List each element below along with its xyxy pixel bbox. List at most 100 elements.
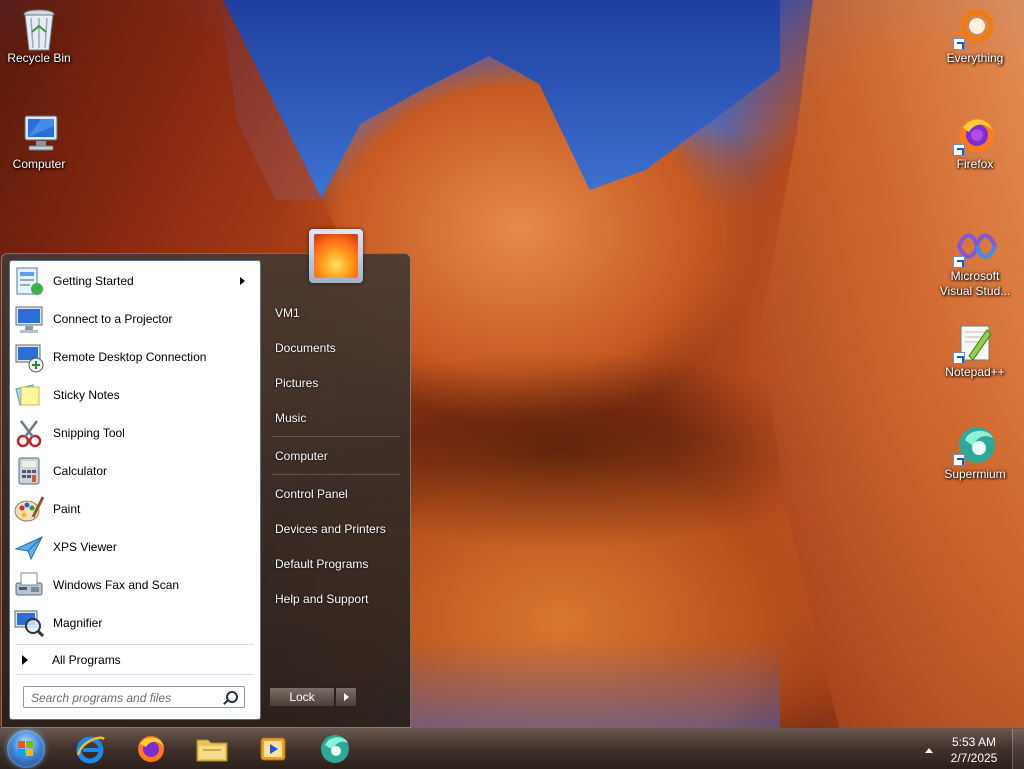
supermium-icon (321, 735, 349, 763)
shortcut-arrow-icon (953, 38, 965, 50)
getting-started-icon (13, 265, 45, 297)
lock-button[interactable]: Lock (269, 687, 335, 707)
projector-icon (13, 303, 45, 335)
taskbar-media-player[interactable] (247, 731, 299, 767)
submenu-arrow-icon (240, 277, 245, 285)
clock-date: 2/7/2025 (950, 751, 998, 765)
program-remote-desktop[interactable]: Remote Desktop Connection (13, 340, 257, 374)
file-explorer-icon (196, 739, 228, 762)
start-link-computer[interactable]: Computer (269, 443, 401, 469)
taskbar-clock[interactable]: 5:53 AM 2/7/2025 (942, 734, 1006, 766)
program-label: XPS Viewer (53, 540, 117, 554)
desktop-icon-label: Computer (12, 157, 66, 171)
show-hidden-icons-arrow[interactable] (925, 748, 933, 753)
desktop-icon-notepad-plus-plus[interactable]: Notepad++ (936, 322, 1014, 380)
desktop-icon-firefox[interactable]: Firefox (936, 114, 1014, 172)
right-separator (272, 474, 400, 475)
program-snipping-tool[interactable]: Snipping Tool (13, 416, 257, 450)
start-menu: Getting Started Connect to a Projector R… (1, 229, 411, 728)
program-magnifier[interactable]: Magnifier (13, 606, 257, 640)
start-link-help-support[interactable]: Help and Support (269, 586, 401, 612)
search-input[interactable] (29, 688, 223, 708)
magnifier-icon (13, 607, 45, 639)
firefox-icon (138, 736, 164, 762)
shortcut-arrow-icon (953, 256, 965, 268)
taskbar-file-explorer[interactable] (186, 731, 238, 767)
remote-desktop-icon (13, 341, 45, 373)
program-paint[interactable]: Paint (13, 492, 257, 526)
taskbar-supermium[interactable] (309, 731, 361, 767)
program-label: Sticky Notes (53, 388, 120, 402)
programs-separator (16, 644, 254, 645)
desktop-icon-label: Recycle Bin (7, 51, 71, 65)
everything-icon (953, 8, 995, 50)
desktop-icon-supermium[interactable]: Supermium (936, 424, 1014, 482)
clock-time: 5:53 AM (951, 735, 997, 749)
taskbar-internet-explorer[interactable] (64, 731, 116, 767)
flower-avatar-icon (314, 234, 358, 278)
program-label: Windows Fax and Scan (53, 578, 180, 592)
start-button[interactable] (7, 730, 45, 768)
desktop-icon-label: Notepad++ (945, 365, 1005, 379)
start-search-box (23, 686, 245, 708)
shortcut-arrow-icon (953, 352, 965, 364)
shortcut-arrow-icon (953, 454, 965, 466)
desktop-icon-label: Firefox (956, 157, 994, 171)
show-desktop-button[interactable] (1012, 729, 1024, 769)
desktop-icon-recycle-bin[interactable]: Recycle Bin (0, 8, 78, 66)
program-calculator[interactable]: Calculator (13, 454, 257, 488)
program-getting-started[interactable]: Getting Started (13, 264, 257, 298)
program-label: Snipping Tool (53, 426, 125, 440)
program-label: Magnifier (53, 616, 103, 630)
program-windows-fax-scan[interactable]: Windows Fax and Scan (13, 568, 257, 602)
desktop-icon-everything[interactable]: Everything (936, 8, 1014, 66)
taskbar-firefox[interactable] (125, 731, 177, 767)
shutdown-options-arrow[interactable] (335, 687, 357, 707)
snipping-tool-icon (13, 417, 45, 449)
windows-logo-icon (18, 741, 34, 757)
program-label: Paint (53, 502, 81, 516)
xps-viewer-icon (13, 531, 45, 563)
start-link-devices-printers[interactable]: Devices and Printers (269, 516, 401, 542)
start-link-music[interactable]: Music (269, 405, 401, 431)
desktop-icon-label: Everything (946, 51, 1004, 65)
recycle-bin-icon (19, 8, 59, 51)
firefox-icon (953, 114, 995, 156)
desktop-icon-label: Microsoft Visual Stud... (939, 269, 1011, 298)
start-link-default-programs[interactable]: Default Programs (269, 551, 401, 577)
computer-icon (19, 114, 59, 154)
desktop-icon-computer[interactable]: Computer (0, 114, 78, 172)
taskbar: 5:53 AM 2/7/2025 (0, 728, 1024, 769)
search-icon[interactable] (226, 691, 238, 703)
wallpaper-water (380, 640, 780, 728)
sticky-notes-icon (13, 379, 45, 411)
calculator-icon (13, 455, 45, 487)
start-link-control-panel[interactable]: Control Panel (269, 481, 401, 507)
all-programs-arrow-icon (22, 655, 28, 665)
search-separator (16, 674, 254, 675)
all-programs-button[interactable]: All Programs (20, 650, 250, 670)
right-separator (272, 436, 400, 437)
start-link-pictures[interactable]: Pictures (269, 370, 401, 396)
start-menu-programs-pane: Getting Started Connect to a Projector R… (9, 260, 261, 720)
media-player-icon (260, 737, 286, 761)
desktop-icon-label: Supermium (944, 467, 1006, 481)
program-sticky-notes[interactable]: Sticky Notes (13, 378, 257, 412)
program-xps-viewer[interactable]: XPS Viewer (13, 530, 257, 564)
shortcut-arrow-icon (953, 144, 965, 156)
all-programs-label: All Programs (52, 653, 121, 667)
program-connect-projector[interactable]: Connect to a Projector (13, 302, 257, 336)
visual-studio-icon (953, 226, 998, 268)
supermium-icon (953, 424, 995, 466)
desktop-icon-visual-studio[interactable]: Microsoft Visual Stud... (936, 226, 1014, 299)
program-label: Remote Desktop Connection (53, 350, 207, 364)
paint-icon (13, 493, 45, 525)
start-link-documents[interactable]: Documents (269, 335, 401, 361)
internet-explorer-icon (76, 736, 105, 764)
user-picture[interactable] (309, 229, 363, 283)
start-link-vm1[interactable]: VM1 (269, 300, 401, 326)
program-label: Getting Started (53, 274, 134, 288)
fax-scan-icon (13, 569, 45, 601)
program-label: Calculator (53, 464, 108, 478)
program-label: Connect to a Projector (53, 312, 173, 326)
